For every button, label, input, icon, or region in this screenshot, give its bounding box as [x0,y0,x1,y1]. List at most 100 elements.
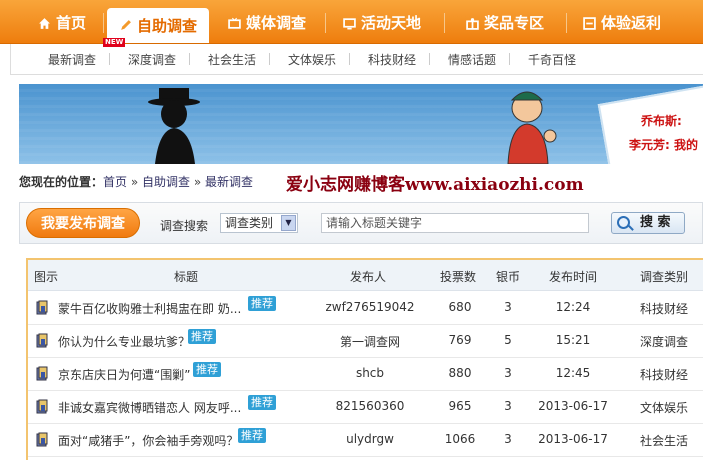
table-row[interactable]: 京东店庆日为何遭“围剿” 推荐 shcb 880 3 12:45 科技财经 [28,357,703,391]
category-select[interactable]: 调查类别 ▼ [220,213,298,233]
coins-cell: 5 [504,333,512,347]
recommend-tag: 推荐 [248,296,276,311]
breadcrumb-current[interactable]: 最新调查 [205,175,253,189]
category-cell[interactable]: 文体娱乐 [626,399,702,416]
nav-item-media-survey[interactable]: 媒体调查 [228,9,306,37]
banner-text-jobs: 乔布斯: [641,114,682,128]
nav-item-label: 活动天地 [361,14,422,32]
nav-item-label: 首页 [56,14,87,32]
category-cell[interactable]: 科技财经 [626,300,702,317]
nav-item-label: 奖品专区 [484,14,545,32]
table-row[interactable]: 面对“咸猪手”，你会袖手旁观吗？ 推荐 ulydrgw 1066 3 2013-06-17… [28,423,703,457]
subnav-divider [509,53,510,65]
recommend-tag: 推荐 [248,395,276,410]
survey-title-link[interactable]: 面对“咸猪手”，你会袖手旁观吗？ [58,432,238,449]
publisher-cell[interactable]: 第一调查网 [300,333,440,350]
breadcrumb-home-link[interactable]: 首页 [103,175,127,189]
subnav-item-emotion[interactable]: 情感话题 [448,51,496,68]
breadcrumb-section-link[interactable]: 自助调查 [142,175,190,189]
keyword-search-input[interactable]: 请输入标题关键字 [321,213,589,233]
nav-item-prizes[interactable]: 奖品专区 [466,9,544,37]
search-button-label: 搜 索 [640,215,671,230]
column-header-icon: 图示 [34,270,59,284]
recommend-tag: 推荐 [188,329,216,344]
recommend-tag: 推荐 [238,428,266,443]
publisher-cell[interactable]: 821560360 [300,399,440,413]
column-header-publisher: 发布人 [350,270,387,284]
time-cell: 15:21 [555,333,591,347]
subnav-divider [269,53,270,65]
new-badge: NEW [103,38,126,47]
survey-title-link[interactable]: 蒙牛百亿收购雅士利揭盅在即 奶... [58,300,241,317]
category-select-value: 调查类别 [225,216,274,230]
silhouette-man-icon [148,88,200,164]
table-row[interactable]: 你认为什么专业最坑爹？ 推荐 第一调查网 769 5 15:21 深度调查 [28,324,703,358]
survey-doc-icon [36,333,48,348]
rebate-icon [583,16,596,30]
breadcrumb-separator: » [193,175,202,189]
votes-cell: 965 [448,399,472,413]
home-icon [39,17,50,29]
survey-title-link[interactable]: 京东店庆日为何遭“围剿” [58,366,190,383]
nav-item-home[interactable]: 首页 [38,9,86,37]
nav-item-label: 媒体调查 [246,14,307,32]
time-cell: 2013-06-17 [538,432,608,446]
subnav-item-tech[interactable]: 科技财经 [368,51,416,68]
table-row[interactable]: 非诚女嘉宾微博晒错恋人 网友呼... 推荐 821560360 965 3 2013-06… [28,390,703,424]
survey-doc-icon [36,366,48,381]
coins-cell: 3 [504,300,512,314]
subnav-divider [189,53,190,65]
survey-search-bar: 我要发布调查 调查搜索 调查类别 ▼ 请输入标题关键字 搜 索 [19,202,703,244]
cartoon-character-icon [507,91,557,164]
subnav-item-odd[interactable]: 千奇百怪 [528,51,576,68]
category-cell[interactable]: 科技财经 [626,366,702,383]
column-header-title: 标题 [174,270,199,284]
survey-doc-icon [36,399,48,414]
subnav-divider [109,53,110,65]
nav-item-rebate[interactable]: 体验返利 [583,9,661,37]
subnav-divider [429,53,430,65]
gift-icon [466,17,479,30]
subnav-divider [349,53,350,65]
breadcrumb-separator: » [130,175,139,189]
column-header-time: 发布时间 [549,270,598,284]
subnav-item-social[interactable]: 社会生活 [208,51,256,68]
breadcrumb-prefix: 您现在的位置： [19,175,104,189]
column-header-votes: 投票数 [440,270,477,284]
publisher-cell[interactable]: ulydrgw [300,432,440,446]
publisher-cell[interactable]: zwf276519042 [300,300,440,314]
survey-title-link[interactable]: 你认为什么专业最坑爹？ [58,333,190,350]
survey-title-link[interactable]: 非诚女嘉宾微博晒错恋人 网友呼... [58,399,241,416]
table-row[interactable]: 蒙牛百亿收购雅士利揭盅在即 奶... 推荐 zwf276519042 680 3 12:2… [28,291,703,325]
survey-doc-icon [36,432,48,447]
nav-divider [325,13,326,33]
publish-survey-button[interactable]: 我要发布调查 [26,208,140,238]
time-cell: 12:24 [555,300,591,314]
time-cell: 12:45 [555,366,591,380]
search-label: 调查搜索 [160,219,209,233]
nav-divider [444,13,445,33]
pencil-icon [121,20,131,30]
column-header-coins: 银币 [496,270,521,284]
subnav-item-latest[interactable]: 最新调查 [48,51,96,68]
chevron-down-icon[interactable]: ▼ [281,215,296,231]
monitor-icon [343,17,356,29]
nav-item-label: 体验返利 [601,14,662,32]
category-cell[interactable]: 社会生活 [626,432,702,449]
time-cell: 2013-06-17 [538,399,608,413]
nav-item-label: 自助调查 [137,16,198,35]
publisher-cell[interactable]: shcb [300,366,440,380]
category-cell[interactable]: 深度调查 [626,333,702,350]
votes-cell: 769 [448,333,472,347]
nav-item-activities[interactable]: 活动天地 [343,9,421,37]
search-button[interactable]: 搜 索 [611,212,685,234]
subnav-item-deep[interactable]: 深度调查 [128,51,176,68]
tv-icon [228,17,241,29]
promo-banner[interactable]: 乔布斯: 李元芳: 我的 [19,84,703,164]
banner-text-liyuanfang: 李元芳: 我的 [629,138,698,152]
subnav-item-entertainment[interactable]: 文体娱乐 [288,51,336,68]
coins-cell: 3 [504,399,512,413]
watermark-text: 爱小志网赚博客www.aixiaozhi.com [286,175,584,195]
nav-divider [566,13,567,33]
column-header-category: 调查类别 [640,270,689,284]
